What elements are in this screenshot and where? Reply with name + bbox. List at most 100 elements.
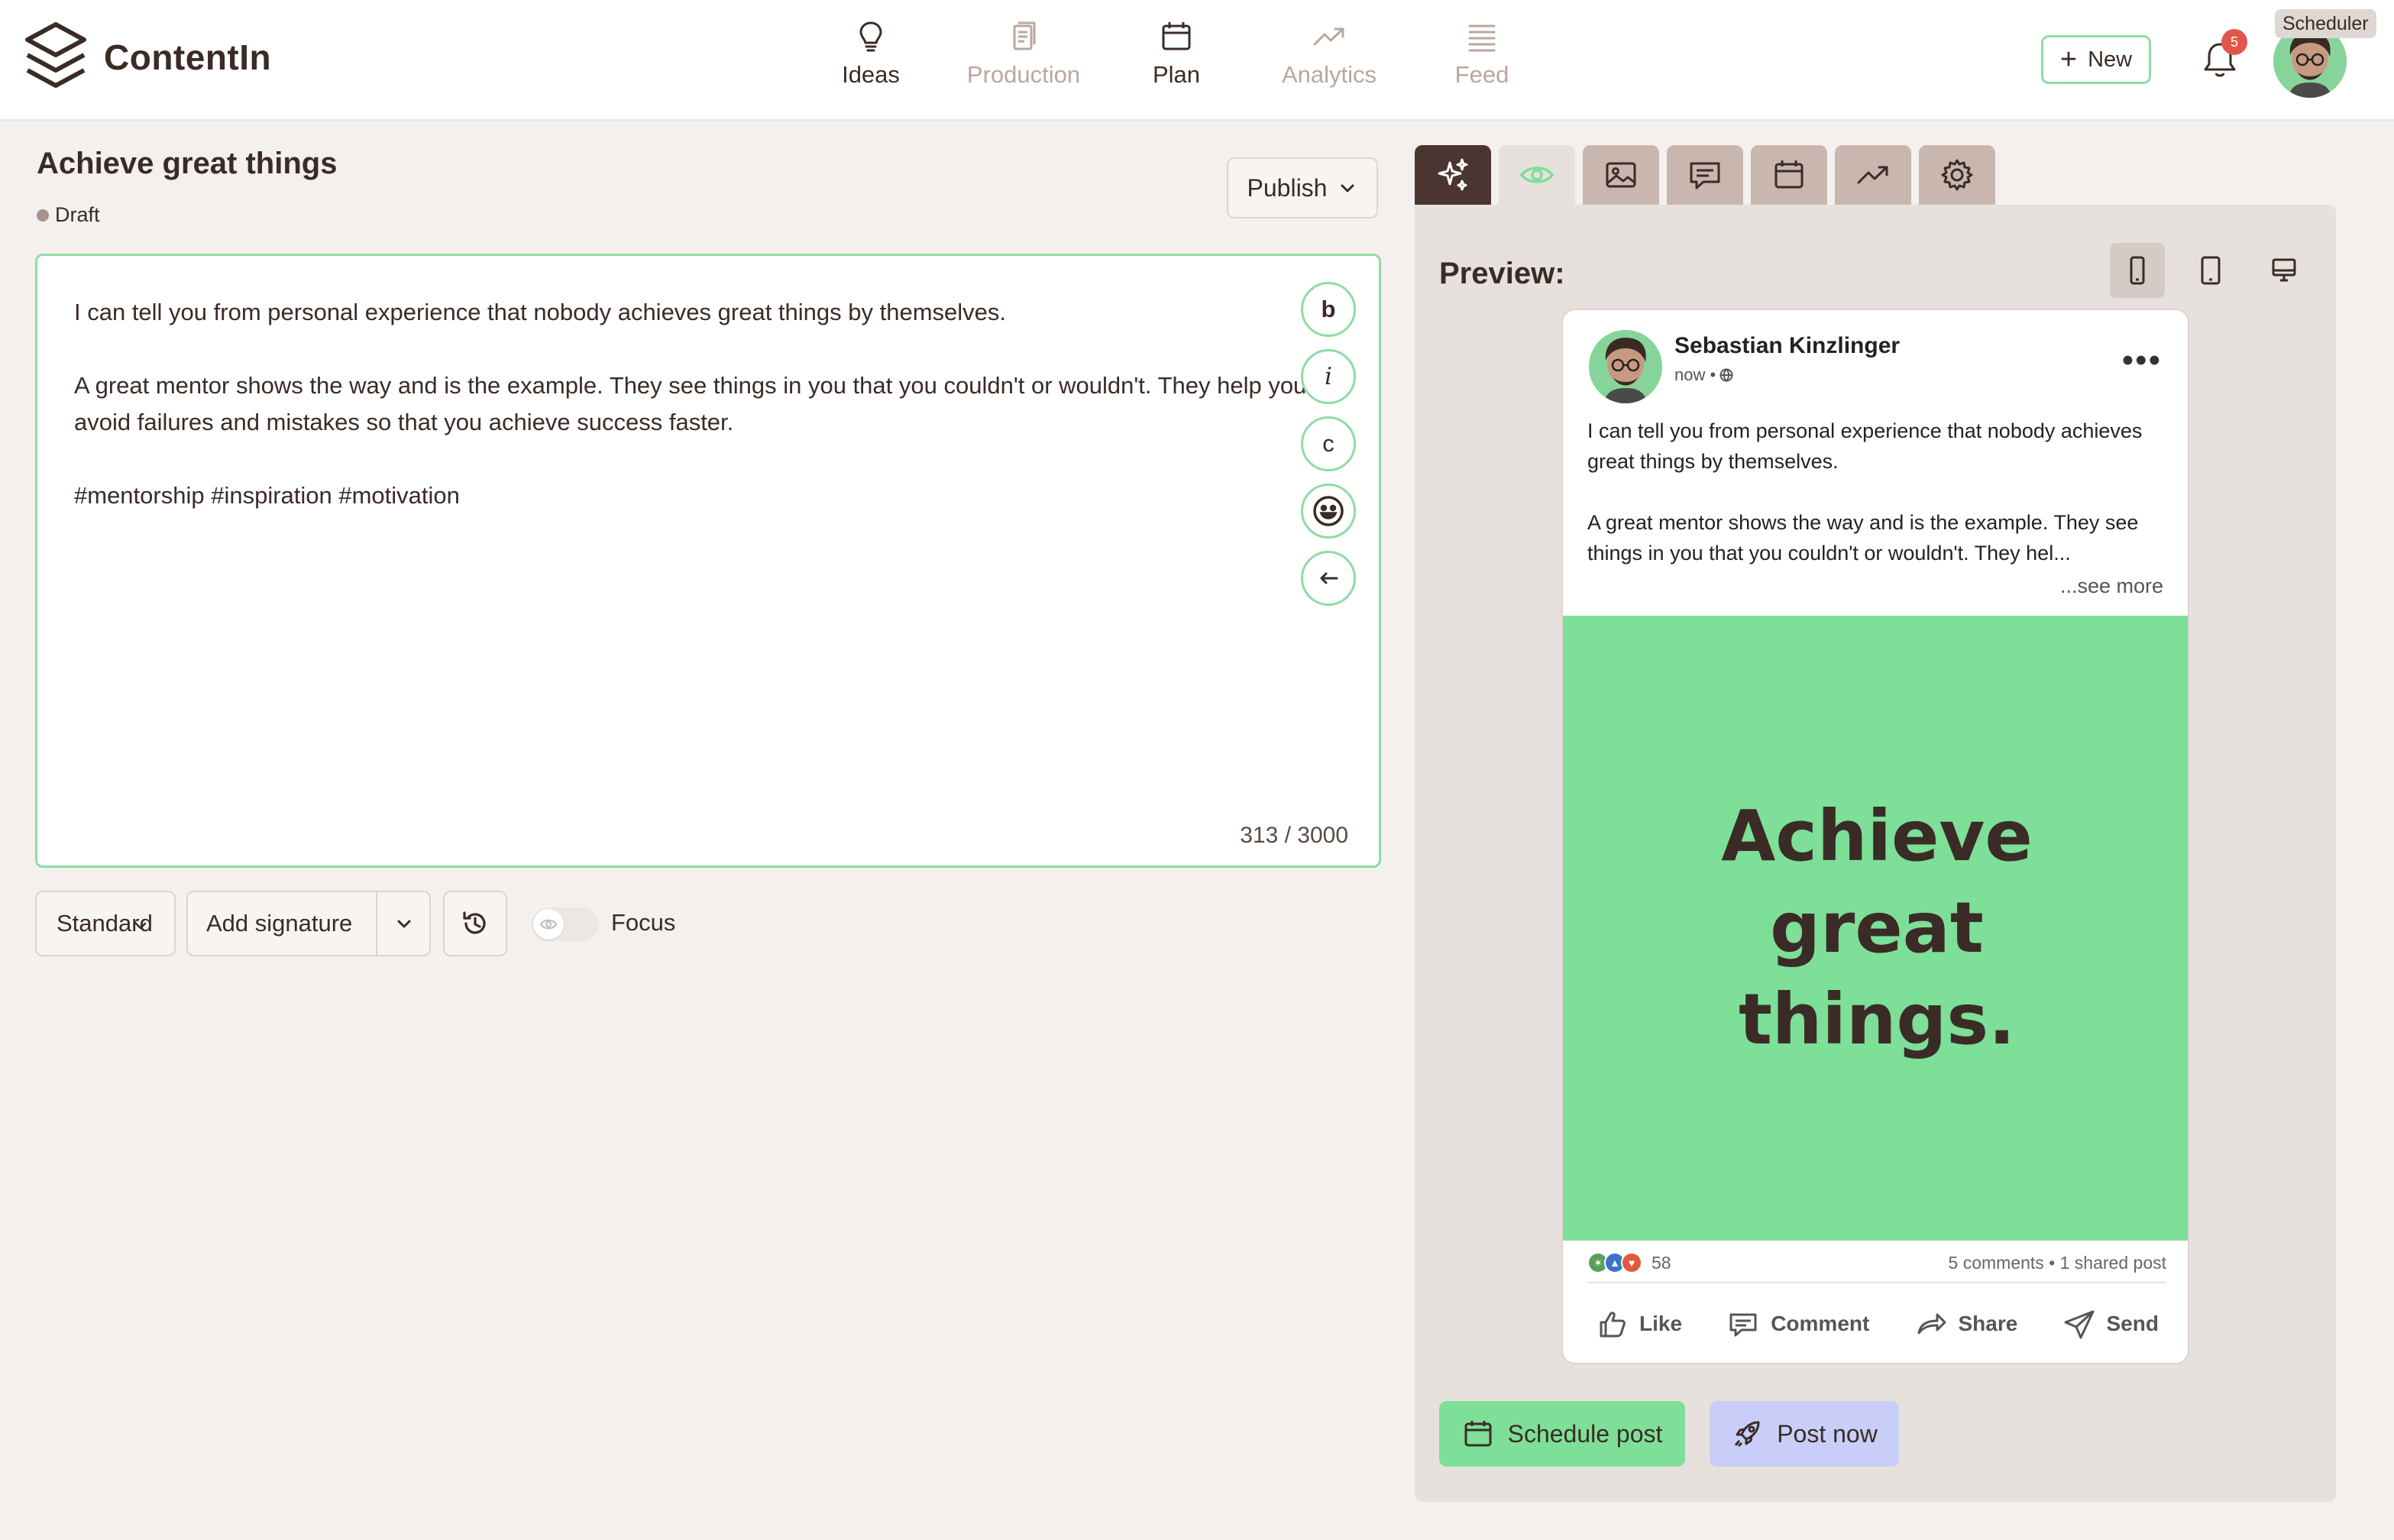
role-tag: Scheduler <box>2275 9 2376 38</box>
publish-dropdown[interactable]: Publish <box>1227 157 1378 218</box>
nav-ideas[interactable]: Ideas <box>794 18 947 89</box>
comment-icon <box>1729 1313 1757 1337</box>
post-image-text: Achieve great things. <box>1721 795 2033 1060</box>
status-label: Draft <box>55 203 100 226</box>
preview-title: Preview: <box>1439 257 1565 290</box>
eye-icon <box>1519 167 1554 183</box>
post-editor[interactable]: I can tell you from personal experience … <box>35 254 1381 868</box>
bold-button[interactable]: b <box>1301 282 1356 337</box>
comment-button[interactable]: Comment <box>1716 1296 1880 1352</box>
reaction-icons: ✶ ▲ ♥ <box>1587 1252 1642 1273</box>
linkedin-post-preview: Sebastian Kinzlinger now • ••• I can tel… <box>1561 309 2189 1364</box>
focus-label: Focus <box>611 909 676 936</box>
device-mobile-button[interactable] <box>2110 243 2165 298</box>
eye-icon <box>539 919 558 930</box>
nav-label: Analytics <box>1281 61 1377 88</box>
post-preview-text: I can tell you from personal experience … <box>1587 416 2168 599</box>
tab-ai[interactable] <box>1415 145 1491 205</box>
chevron-down-icon[interactable] <box>394 914 414 933</box>
history-button[interactable] <box>443 891 507 956</box>
app-logo[interactable]: ContentIn <box>24 21 271 93</box>
calendar-icon <box>1774 160 1804 189</box>
history-icon <box>463 911 486 934</box>
side-panel-tabs <box>1415 145 2003 205</box>
char-counter: 313 / 3000 <box>1240 823 1348 848</box>
author-name: Sebastian Kinzlinger <box>1674 333 1901 358</box>
top-header: ContentIn Ideas Production Plan Analytic… <box>0 0 2394 121</box>
app-name: ContentIn <box>104 37 272 77</box>
comment-icon <box>1690 162 1720 189</box>
tablet-icon <box>2201 256 2221 285</box>
post-title[interactable]: Achieve great things <box>37 147 337 181</box>
tab-schedule[interactable] <box>1751 145 1827 205</box>
engagement-stats: ✶ ▲ ♥ 58 5 comments • 1 shared post <box>1587 1250 2166 1276</box>
status-dot <box>37 209 49 222</box>
like-label: Like <box>1639 1312 1683 1335</box>
undo-button[interactable] <box>1301 551 1356 606</box>
editor-paragraph: I can tell you from personal experience … <box>74 299 1007 325</box>
status-badge: Draft <box>37 203 100 227</box>
editor-paragraph: A great mentor shows the way and is the … <box>74 372 1307 435</box>
see-more-link[interactable]: ...see more <box>2060 574 2163 598</box>
trend-icon <box>1313 28 1344 46</box>
gear-icon <box>1941 159 1973 191</box>
trend-icon <box>1857 166 1888 184</box>
device-desktop-button[interactable] <box>2257 243 2312 298</box>
schedule-post-button[interactable]: Schedule post <box>1439 1401 1685 1467</box>
stack-logo-icon <box>25 22 86 88</box>
new-button[interactable]: + New <box>2041 35 2151 84</box>
comments-shares[interactable]: 5 comments • 1 shared post <box>1949 1253 2166 1273</box>
thumbs-up-icon <box>1600 1312 1626 1338</box>
signature-label: Add signature <box>188 892 377 955</box>
nav-analytics[interactable]: Analytics <box>1253 18 1406 89</box>
italic-button[interactable]: i <box>1301 349 1356 404</box>
style-select[interactable]: Standard <box>35 891 176 956</box>
nav-plan[interactable]: Plan <box>1100 18 1253 89</box>
arrow-left-icon <box>1320 572 1338 584</box>
nav-feed[interactable]: Feed <box>1406 18 1558 89</box>
emoji-button[interactable] <box>1301 484 1356 539</box>
focus-toggle[interactable] <box>532 907 599 941</box>
comment-label: Comment <box>1771 1312 1870 1335</box>
nav-label: Plan <box>1152 61 1201 88</box>
post-now-button[interactable]: Post now <box>1710 1401 1899 1467</box>
new-button-label: New <box>2088 47 2133 72</box>
plus-icon: + <box>2059 44 2078 76</box>
preview-paragraph: A great mentor shows the way and is the … <box>1587 511 2139 565</box>
feed-icon <box>1468 24 1496 52</box>
like-button[interactable]: Like <box>1584 1296 1693 1352</box>
chevron-down-icon <box>134 922 147 930</box>
tab-analytics[interactable] <box>1835 145 1911 205</box>
author-avatar <box>1589 330 1662 403</box>
clear-format-button[interactable]: c <box>1301 416 1356 471</box>
preview-panel: Preview: Sebastian Kinzlinger now • ••• … <box>1415 205 2336 1502</box>
author-portrait-icon <box>1589 330 1662 403</box>
notification-badge: 5 <box>2221 29 2247 55</box>
smiley-icon <box>1313 496 1344 526</box>
main-nav: Ideas Production Plan Analytics Feed <box>794 18 1558 89</box>
tab-comments[interactable] <box>1667 145 1743 205</box>
preview-paragraph: I can tell you from personal experience … <box>1587 419 2143 473</box>
send-button[interactable]: Send <box>2052 1296 2169 1352</box>
nav-production[interactable]: Production <box>947 18 1100 89</box>
reactions-count[interactable]: 58 <box>1652 1253 1671 1273</box>
tab-settings[interactable] <box>1919 145 1995 205</box>
publish-label: Publish <box>1247 173 1328 202</box>
lightbulb-icon <box>859 21 882 52</box>
tab-media[interactable] <box>1583 145 1659 205</box>
sparkles-icon <box>1438 158 1468 191</box>
editor-content[interactable]: I can tell you from personal experience … <box>74 294 1312 551</box>
rocket-icon <box>1735 1421 1760 1448</box>
desktop-icon <box>2272 258 2296 282</box>
more-options-icon[interactable]: ••• <box>2122 344 2162 377</box>
chevron-down-icon <box>1341 184 1354 192</box>
share-button[interactable]: Share <box>1904 1296 2029 1352</box>
post-image: Achieve great things. <box>1563 616 2188 1241</box>
add-signature-button[interactable]: Add signature <box>186 891 431 956</box>
device-tablet-button[interactable] <box>2183 243 2238 298</box>
tab-preview[interactable] <box>1499 145 1575 205</box>
post-actions: Like Comment Share Send <box>1584 1296 2169 1352</box>
share-icon <box>1917 1313 1946 1335</box>
nav-label: Ideas <box>842 61 900 88</box>
schedule-post-label: Schedule post <box>1507 1419 1663 1448</box>
